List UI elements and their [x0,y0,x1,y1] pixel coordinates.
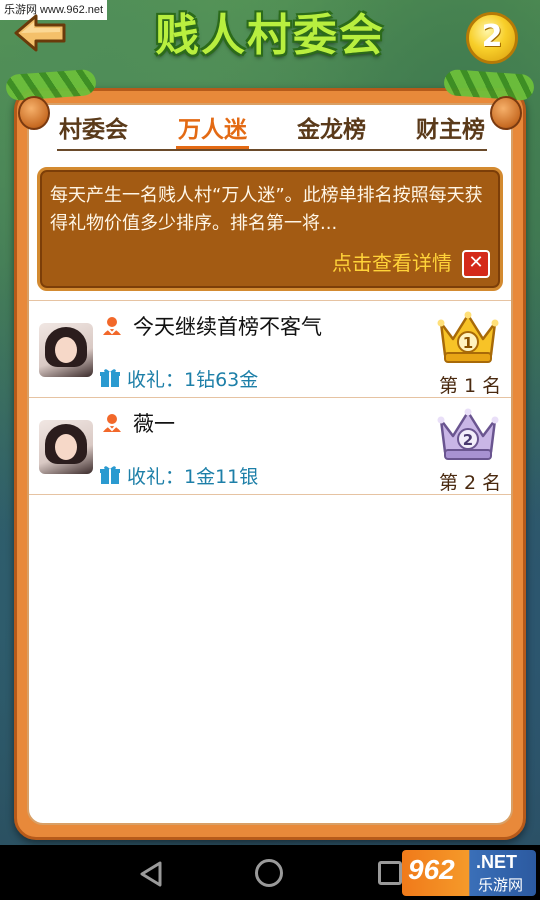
user-rank-icon [103,414,121,432]
crown-number: 2 [463,431,473,449]
nav-home-icon[interactable] [255,859,283,887]
rank-place: 第 2 名 [439,472,502,494]
watermark-number: 962 [408,854,455,885]
scroll-end-decoration [18,96,50,130]
leaderboard-panel: 村委会 万人迷 金龙榜 财主榜 每天产生一名贱人村“万人迷”。此榜单排名按照每天… [14,88,526,840]
view-details-link[interactable]: 点击查看详情 [332,247,452,276]
scroll-end-decoration [490,96,522,130]
watermark-logo: 962 .NET 乐游网 [402,850,536,896]
crown-number: 1 [463,334,473,352]
silver-crown-icon: 2 [437,408,499,460]
user-name: 薇一 [133,412,175,436]
page-title: 贱人村委会 [155,10,385,61]
tab-bar: 村委会 万人迷 金龙榜 财主榜 [57,111,487,151]
watermark-net: .NET [476,852,518,872]
nav-back-icon[interactable] [138,860,164,888]
list-item[interactable]: 今天继续首榜不客气 收礼：1钻63金 1 第 1 名 [29,300,511,398]
tab-village-committee[interactable]: 村委会 [57,111,130,149]
rule-description-box: 每天产生一名贱人村“万人迷”。此榜单排名按照每天获得礼物价值多少排序。排名第一将… [37,167,503,291]
gold-crown-icon: 1 [437,311,499,363]
back-arrow-icon[interactable] [12,12,68,54]
user-rank-icon [103,317,121,335]
avatar[interactable] [39,420,93,474]
user-name: 今天继续首榜不客气 [133,315,322,339]
avatar[interactable] [39,323,93,377]
watermark-site-name: 乐游网 [478,876,524,894]
close-icon[interactable]: ✕ [462,250,490,278]
tab-golden-dragon[interactable]: 金龙榜 [295,111,368,149]
tab-rich-list[interactable]: 财主榜 [414,111,487,149]
gift-received: 收礼：1钻63金 [127,369,259,391]
ranking-list: 今天继续首榜不客气 收礼：1钻63金 1 第 1 名 薇一 收礼：1金11银 2… [29,300,511,495]
rule-description-text: 每天产生一名贱人村“万人迷”。此榜单排名按照每天获得礼物价值多少排序。排名第一将… [50,185,483,234]
list-item[interactable]: 薇一 收礼：1金11银 2 第 2 名 [29,397,511,495]
tab-charmer[interactable]: 万人迷 [176,111,249,149]
nav-recent-apps-icon[interactable] [378,861,402,885]
coin-icon[interactable]: 2 [466,12,518,64]
gift-received: 收礼：1金11银 [127,466,259,488]
gift-icon [100,466,120,484]
gift-icon [100,369,120,387]
leaderboard-content: 村委会 万人迷 金龙榜 财主榜 每天产生一名贱人村“万人迷”。此榜单排名按照每天… [27,103,513,825]
rank-place: 第 1 名 [439,375,502,397]
